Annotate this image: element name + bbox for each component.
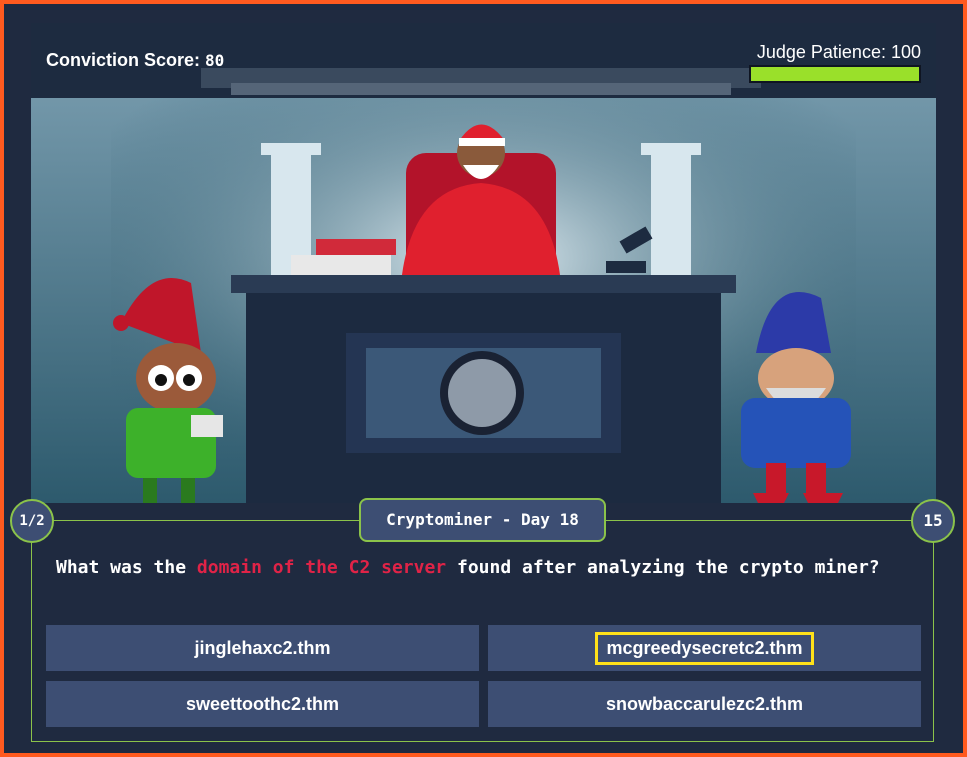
judge-patience-bar: [749, 65, 921, 83]
conviction-label: Conviction Score:: [46, 50, 201, 70]
question-text: What was the domain of the C2 server fou…: [56, 552, 896, 584]
answer-label: mcgreedysecretc2.thm: [595, 631, 814, 665]
conviction-score: Conviction Score: 80: [46, 50, 224, 71]
answer-button-2[interactable]: mcgreedysecretc2.thm: [488, 625, 921, 671]
question-text-post: found after analyzing the crypto miner?: [446, 557, 880, 578]
answer-button-4[interactable]: snowbaccarulezc2.thm: [488, 681, 921, 727]
question-highlight: domain of the C2 server: [196, 557, 447, 578]
courtroom-scene: [31, 23, 936, 503]
answer-button-3[interactable]: sweettoothc2.thm: [46, 681, 479, 727]
answer-label: jinglehaxc2.thm: [194, 637, 331, 658]
answer-label: sweettoothc2.thm: [185, 693, 340, 714]
timer-badge: 15: [911, 499, 955, 543]
question-progress-badge: 1/2: [10, 499, 54, 543]
answer-button-1[interactable]: jinglehaxc2.thm: [46, 625, 479, 671]
question-text-pre: What was the: [56, 557, 197, 578]
conviction-value: 80: [205, 51, 225, 70]
judge-patience-label: Judge Patience: 100: [756, 42, 921, 62]
answer-label: snowbaccarulezc2.thm: [605, 693, 804, 714]
quiz-title: Cryptominer - Day 18: [359, 498, 606, 542]
courtroom-illustration: [31, 23, 936, 503]
judge-patience-fill: [751, 67, 919, 81]
